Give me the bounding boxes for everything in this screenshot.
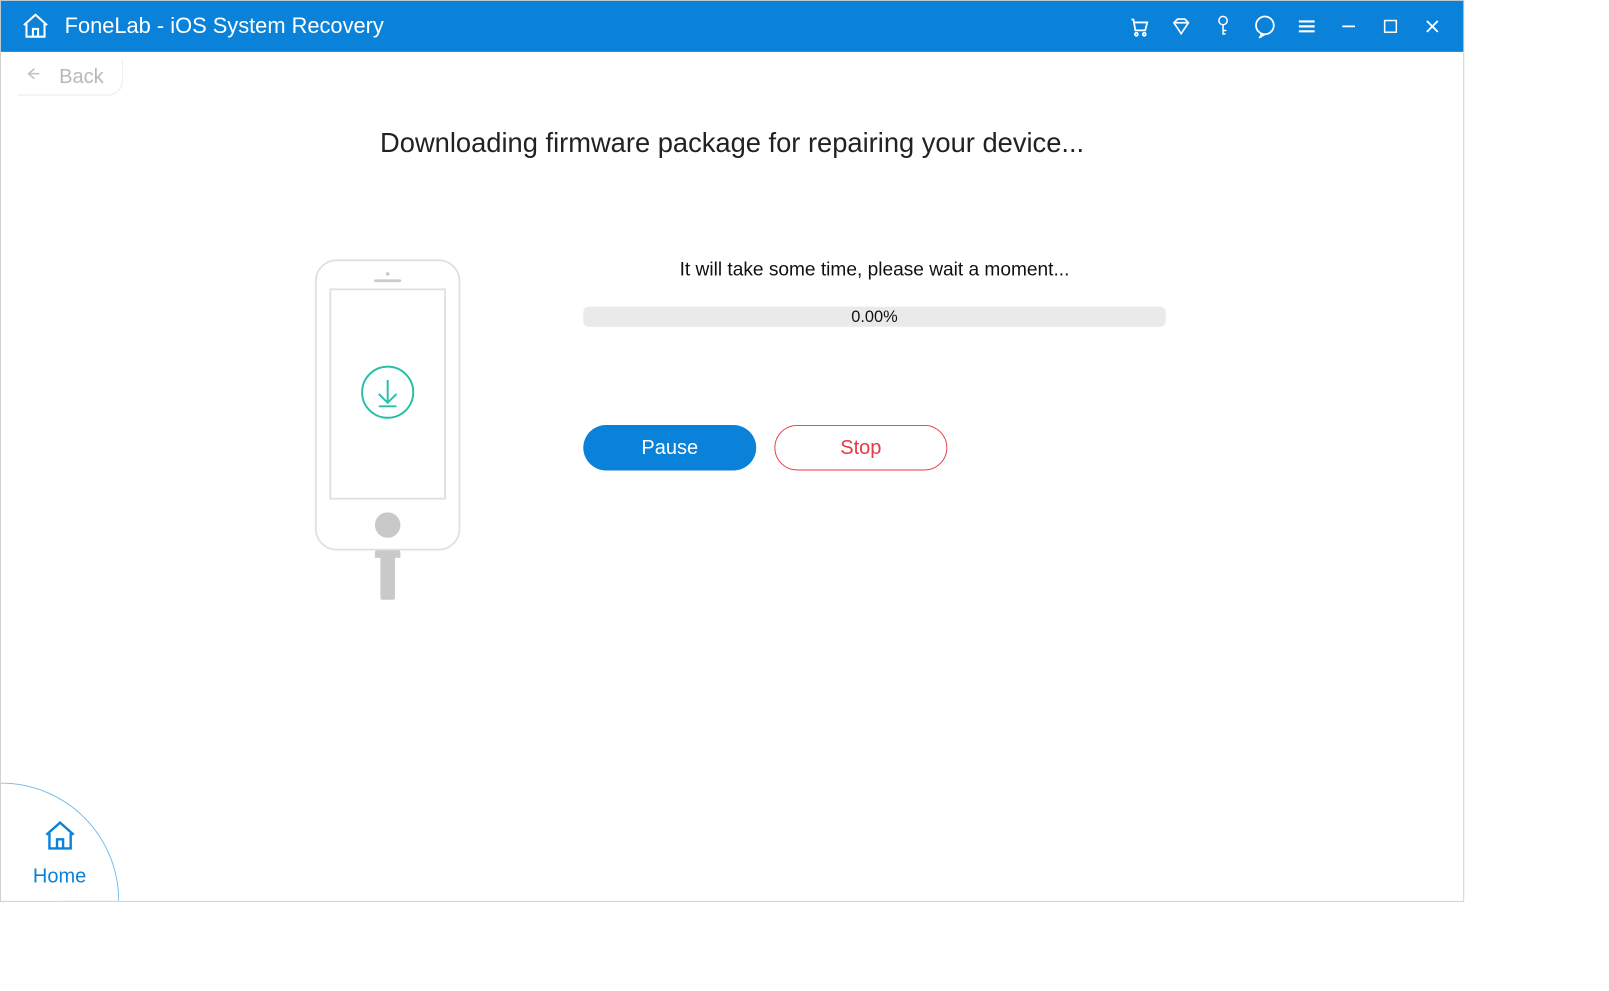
phone-earpiece	[374, 272, 401, 282]
diamond-icon[interactable]	[1168, 14, 1193, 39]
home-label: Home	[33, 865, 86, 889]
maximize-button[interactable]	[1378, 14, 1403, 39]
app-title: FoneLab - iOS System Recovery	[65, 14, 1127, 39]
main-row: It will take some time, please wait a mo…	[1, 259, 1463, 599]
phone-screen	[329, 288, 445, 499]
device-illustration	[301, 259, 474, 599]
page-heading: Downloading firmware package for repairi…	[1, 128, 1463, 159]
wait-text: It will take some time, please wait a mo…	[583, 259, 1165, 281]
button-row: Pause Stop	[583, 425, 1165, 471]
close-button[interactable]	[1420, 14, 1445, 39]
back-label: Back	[59, 64, 104, 88]
titlebar: FoneLab - iOS System Recovery	[1, 1, 1463, 52]
feedback-icon[interactable]	[1252, 14, 1277, 39]
minimize-button[interactable]	[1336, 14, 1361, 39]
back-arrow-icon	[23, 63, 43, 88]
stop-button[interactable]: Stop	[774, 425, 947, 471]
download-icon	[359, 364, 415, 425]
progress-section: It will take some time, please wait a mo…	[583, 259, 1165, 470]
home-icon[interactable]	[19, 10, 52, 43]
phone-body	[315, 259, 461, 550]
home-corner-icon	[41, 818, 77, 859]
cable	[380, 556, 395, 600]
back-button[interactable]: Back	[17, 58, 122, 95]
cart-icon[interactable]	[1127, 14, 1152, 39]
window-controls	[1127, 14, 1446, 39]
back-row: Back	[1, 52, 1463, 101]
home-button[interactable]: Home	[1, 783, 119, 901]
content-area: Downloading firmware package for repairi…	[1, 101, 1463, 600]
key-icon[interactable]	[1210, 14, 1235, 39]
phone-home-button	[375, 512, 400, 537]
menu-icon[interactable]	[1294, 14, 1319, 39]
pause-button[interactable]: Pause	[583, 425, 756, 471]
progress-percent: 0.00%	[851, 307, 897, 326]
progress-bar: 0.00%	[583, 307, 1165, 327]
app-window: FoneLab - iOS System Recovery	[0, 0, 1464, 902]
